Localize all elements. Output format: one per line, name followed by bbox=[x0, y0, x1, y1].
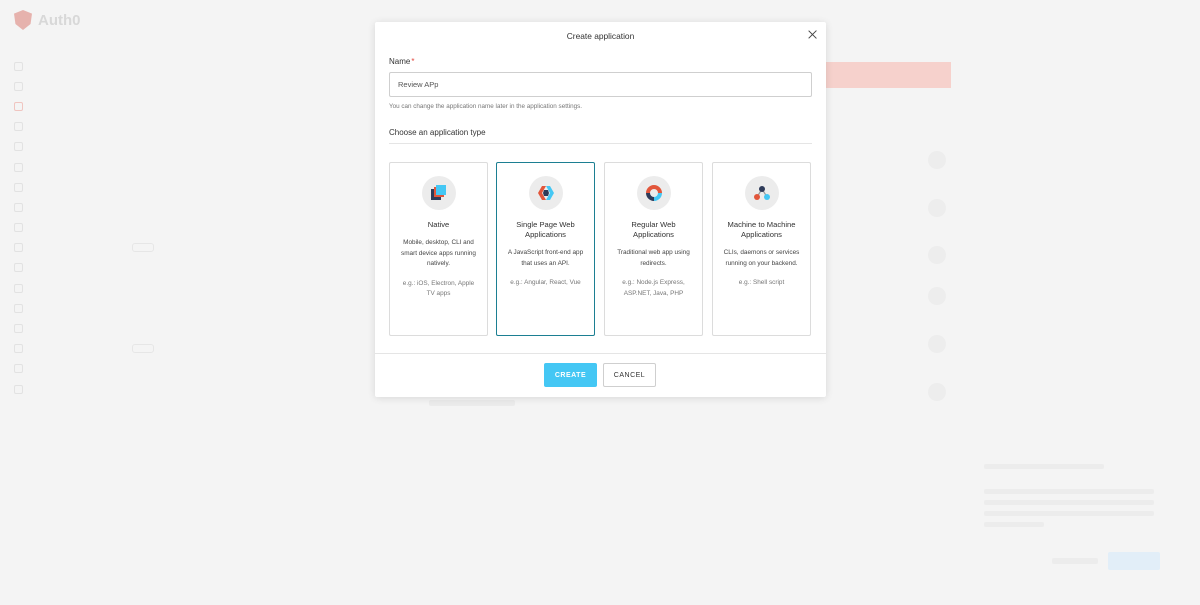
background-sidebar-item bbox=[14, 117, 154, 137]
close-icon[interactable] bbox=[806, 28, 820, 42]
icon-circle bbox=[636, 176, 671, 210]
background-row-menu bbox=[928, 151, 946, 169]
icon-circle bbox=[744, 176, 779, 210]
icon-circle bbox=[421, 176, 456, 210]
application-name-input[interactable] bbox=[389, 72, 812, 97]
background-sidebar-item bbox=[14, 278, 154, 298]
background-sidebar-item bbox=[14, 379, 154, 399]
app-type-regular-web-card[interactable]: Regular Web Applications Traditional web… bbox=[604, 162, 703, 336]
background-sidebar-item bbox=[14, 298, 154, 318]
background-row-menu bbox=[928, 287, 946, 305]
background-row-menu bbox=[928, 199, 946, 217]
app-type-description: Mobile, desktop, CLI and smart device ap… bbox=[401, 239, 476, 267]
app-type-spa-card[interactable]: Single Page Web Applications A JavaScrip… bbox=[496, 162, 595, 336]
name-help-text: You can change the application name late… bbox=[389, 103, 583, 110]
background-sidebar-item bbox=[14, 258, 154, 278]
background-sidebar-item bbox=[14, 137, 154, 157]
app-type-example: e.g.: Node.js Express, ASP.NET, Java, PH… bbox=[622, 279, 685, 297]
application-type-options: Native Mobile, desktop, CLI and smart de… bbox=[389, 162, 812, 336]
app-type-title: Regular Web Applications bbox=[631, 220, 676, 239]
auth0-shield-icon bbox=[14, 10, 32, 30]
application-type-heading: Choose an application type bbox=[389, 128, 486, 137]
background-sidebar-item bbox=[14, 56, 154, 76]
background-sidebar-item bbox=[14, 157, 154, 177]
app-type-native-card[interactable]: Native Mobile, desktop, CLI and smart de… bbox=[389, 162, 488, 336]
background-sidebar-item bbox=[14, 96, 154, 116]
icon-circle bbox=[528, 176, 563, 210]
create-button[interactable]: CREATE bbox=[544, 363, 597, 387]
app-type-description: Traditional web app using redirects. bbox=[617, 249, 690, 267]
background-sidebar-item bbox=[14, 197, 154, 217]
background-row-menu bbox=[928, 383, 946, 401]
regular-web-app-icon bbox=[645, 185, 662, 201]
background-sidebar-item bbox=[14, 177, 154, 197]
required-marker: * bbox=[411, 57, 415, 66]
background-sidebar-item bbox=[14, 218, 154, 238]
create-application-dialog: Create application Name* You can change … bbox=[375, 22, 826, 397]
background-row-menu bbox=[928, 335, 946, 353]
app-type-title: Machine to Machine Applications bbox=[727, 220, 796, 239]
app-type-description: A JavaScript front-end app that uses an … bbox=[507, 249, 584, 267]
app-type-description: CLIs, daemons or services running on you… bbox=[723, 249, 800, 267]
dialog-header: Create application bbox=[375, 22, 826, 50]
app-type-example: e.g.: Angular, React, Vue bbox=[510, 279, 581, 286]
app-type-title: Single Page Web Applications bbox=[516, 220, 575, 239]
background-sidebar-item bbox=[14, 339, 154, 359]
background-row-menu bbox=[928, 246, 946, 264]
background-create-application-button bbox=[826, 62, 951, 88]
cancel-button[interactable]: CANCEL bbox=[603, 363, 656, 387]
name-label: Name* bbox=[389, 57, 414, 66]
divider bbox=[389, 143, 812, 144]
auth0-logo: Auth0 bbox=[14, 10, 81, 30]
dialog-title: Create application bbox=[566, 31, 635, 41]
native-app-icon bbox=[430, 185, 446, 200]
background-row-text bbox=[429, 400, 515, 406]
background-sidebar-item bbox=[14, 76, 154, 96]
app-type-title: Native bbox=[427, 220, 450, 229]
background-sidebar-item bbox=[14, 238, 154, 258]
background-sidebar bbox=[14, 56, 154, 399]
app-type-m2m-card[interactable]: Machine to Machine Applications CLIs, da… bbox=[712, 162, 811, 336]
background-toast bbox=[972, 450, 1172, 580]
name-label-text: Name bbox=[389, 57, 411, 66]
spa-icon bbox=[537, 186, 554, 200]
app-type-example: e.g.: iOS, Electron, Apple TV apps bbox=[402, 279, 475, 298]
footer-divider bbox=[375, 353, 826, 354]
auth0-logo-text: Auth0 bbox=[38, 11, 81, 29]
app-type-example: e.g.: Shell script bbox=[738, 279, 785, 286]
background-sidebar-item bbox=[14, 359, 154, 379]
background-sidebar-item bbox=[14, 318, 154, 338]
m2m-app-icon bbox=[753, 186, 770, 200]
